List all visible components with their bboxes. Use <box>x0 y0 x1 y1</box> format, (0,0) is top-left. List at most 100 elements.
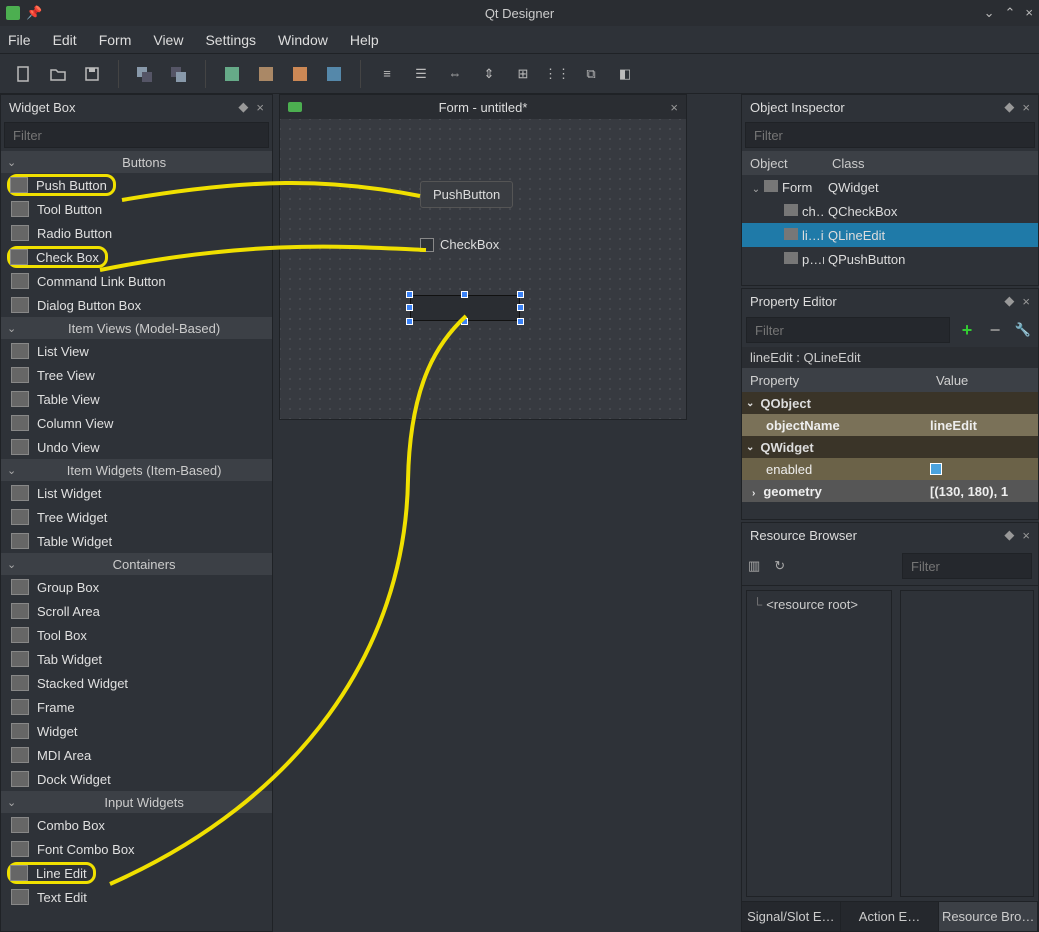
layout-hsplit-icon[interactable]: ⇔ <box>441 60 469 88</box>
reload-icon[interactable]: ↻ <box>774 558 785 574</box>
menu-edit[interactable]: Edit <box>53 32 77 48</box>
property-row[interactable]: objectName lineEdit <box>742 414 1038 436</box>
edit-buddies-icon[interactable] <box>286 60 314 88</box>
tab-resource-browser[interactable]: Resource Bro… <box>939 902 1038 931</box>
menu-settings[interactable]: Settings <box>205 32 256 48</box>
object-tree-row[interactable]: li…itQLineEdit <box>742 223 1038 247</box>
menu-file[interactable]: File <box>8 32 31 48</box>
canvas-checkbox[interactable]: CheckBox <box>420 237 499 252</box>
menu-help[interactable]: Help <box>350 32 379 48</box>
layout-horizontal-icon[interactable]: ≡ <box>373 60 401 88</box>
widget-box-filter[interactable] <box>4 122 269 148</box>
layout-vertical-icon[interactable]: ☰ <box>407 60 435 88</box>
tab-action-editor[interactable]: Action E… <box>841 902 940 931</box>
add-property-icon[interactable]: + <box>956 319 978 341</box>
widget-item[interactable]: Command Link Button <box>1 269 272 293</box>
break-layout-icon[interactable]: ⧉ <box>577 60 605 88</box>
widget-item[interactable]: Tree View <box>1 363 272 387</box>
object-tree-row[interactable]: ch…oxQCheckBox <box>742 199 1038 223</box>
widget-item[interactable]: Line Edit <box>1 861 272 885</box>
widget-box-list[interactable]: ⌄ButtonsPush ButtonTool ButtonRadio Butt… <box>1 151 272 931</box>
widget-item[interactable]: Widget <box>1 719 272 743</box>
widget-item-label: Command Link Button <box>37 274 166 289</box>
widget-item[interactable]: Radio Button <box>1 221 272 245</box>
widget-item[interactable]: List Widget <box>1 481 272 505</box>
panel-float-icon[interactable]: ◆ <box>1004 99 1014 115</box>
widget-item[interactable]: Tab Widget <box>1 647 272 671</box>
settings-icon[interactable]: 🔧 <box>1012 319 1034 341</box>
property-filter[interactable] <box>746 317 950 343</box>
widget-item[interactable]: MDI Area <box>1 743 272 767</box>
widget-item[interactable]: Font Combo Box <box>1 837 272 861</box>
widget-item[interactable]: Push Button <box>1 173 272 197</box>
panel-close-icon[interactable]: × <box>1022 100 1030 115</box>
panel-float-icon[interactable]: ◆ <box>1004 527 1014 543</box>
panel-close-icon[interactable]: × <box>1022 294 1030 309</box>
panel-close-icon[interactable]: × <box>256 100 264 115</box>
widget-item[interactable]: Group Box <box>1 575 272 599</box>
object-inspector-filter[interactable] <box>745 122 1035 148</box>
bring-front-icon[interactable] <box>165 60 193 88</box>
menu-form[interactable]: Form <box>99 32 132 48</box>
widget-item[interactable]: Tool Box <box>1 623 272 647</box>
panel-float-icon[interactable]: ◆ <box>238 99 248 115</box>
object-tree[interactable]: Object Class ⌄FormQWidgetch…oxQCheckBoxl… <box>742 151 1038 271</box>
widget-item[interactable]: Table View <box>1 387 272 411</box>
window-minimize-button[interactable]: ⌄ <box>984 5 995 21</box>
new-file-icon[interactable] <box>10 60 38 88</box>
widget-item[interactable]: Dock Widget <box>1 767 272 791</box>
widget-item-label: Tool Box <box>37 628 87 643</box>
menu-view[interactable]: View <box>153 32 183 48</box>
property-row[interactable]: ›geometry [(130, 180), 1 <box>742 480 1038 502</box>
object-tree-row[interactable]: p…nQPushButton <box>742 247 1038 271</box>
send-back-icon[interactable] <box>131 60 159 88</box>
property-row[interactable]: enabled <box>742 458 1038 480</box>
widget-item[interactable]: Stacked Widget <box>1 671 272 695</box>
resource-filter[interactable] <box>902 553 1032 579</box>
property-group[interactable]: ⌄QObject <box>742 392 1038 414</box>
pin-icon[interactable]: 📌 <box>26 5 42 21</box>
panel-close-icon[interactable]: × <box>1022 528 1030 543</box>
widget-item[interactable]: Tool Button <box>1 197 272 221</box>
window-close-button[interactable]: × <box>1025 5 1033 21</box>
widget-icon <box>11 367 29 383</box>
save-file-icon[interactable] <box>78 60 106 88</box>
layout-vsplit-icon[interactable]: ⇕ <box>475 60 503 88</box>
edit-taborder-icon[interactable] <box>320 60 348 88</box>
widget-group-header[interactable]: ⌄Input Widgets <box>1 791 272 813</box>
layout-form-icon[interactable]: ⋮⋮ <box>543 60 571 88</box>
panel-float-icon[interactable]: ◆ <box>1004 293 1014 309</box>
layout-grid-icon[interactable]: ⊞ <box>509 60 537 88</box>
menu-window[interactable]: Window <box>278 32 328 48</box>
widget-group-header[interactable]: ⌄Item Widgets (Item-Based) <box>1 459 272 481</box>
widget-item[interactable]: Column View <box>1 411 272 435</box>
object-tree-row[interactable]: ⌄FormQWidget <box>742 175 1038 199</box>
widget-group-header[interactable]: ⌄Containers <box>1 553 272 575</box>
edit-resources-icon[interactable]: ▥ <box>748 558 760 574</box>
canvas-pushbutton[interactable]: PushButton <box>420 181 513 208</box>
widget-item[interactable]: Text Edit <box>1 885 272 909</box>
resource-tree[interactable]: └<resource root> <box>746 590 892 897</box>
property-group[interactable]: ⌄QWidget <box>742 436 1038 458</box>
widget-item[interactable]: Tree Widget <box>1 505 272 529</box>
tab-signal-sl✗slot[interactable]: Signal/Slot E… <box>742 902 841 931</box>
edit-widgets-icon[interactable] <box>218 60 246 88</box>
form-canvas[interactable]: PushButton CheckBox <box>280 119 686 419</box>
edit-signals-icon[interactable] <box>252 60 280 88</box>
widget-group-header[interactable]: ⌄Item Views (Model-Based) <box>1 317 272 339</box>
widget-group-header[interactable]: ⌄Buttons <box>1 151 272 173</box>
widget-item[interactable]: Scroll Area <box>1 599 272 623</box>
widget-item[interactable]: Undo View <box>1 435 272 459</box>
widget-item[interactable]: Dialog Button Box <box>1 293 272 317</box>
remove-property-icon[interactable]: − <box>984 319 1006 341</box>
form-close-icon[interactable]: × <box>670 100 678 115</box>
widget-item[interactable]: Table Widget <box>1 529 272 553</box>
window-maximize-button[interactable]: ⌃ <box>1005 5 1016 21</box>
adjust-size-icon[interactable]: ◧ <box>611 60 639 88</box>
widget-item[interactable]: List View <box>1 339 272 363</box>
widget-item[interactable]: Check Box <box>1 245 272 269</box>
widget-item[interactable]: Combo Box <box>1 813 272 837</box>
widget-icon <box>11 439 29 455</box>
open-file-icon[interactable] <box>44 60 72 88</box>
widget-item[interactable]: Frame <box>1 695 272 719</box>
